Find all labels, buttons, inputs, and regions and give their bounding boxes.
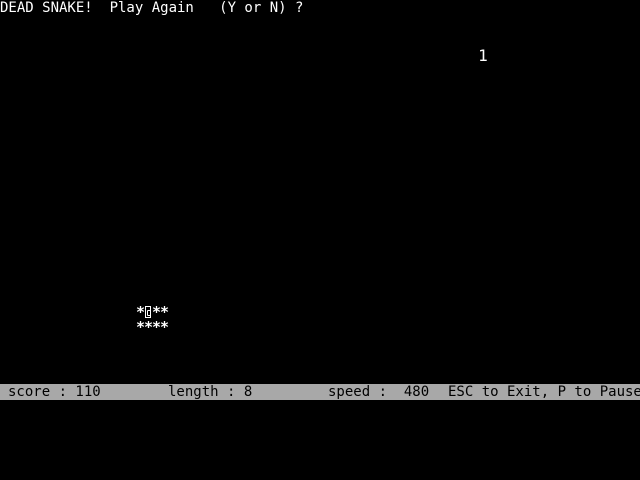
snake-segment: * [136, 318, 146, 336]
controls-help: ESC to Exit, P to Pause [448, 384, 640, 400]
score-readout: score : 110 [8, 384, 101, 400]
length-readout: length : 8 [168, 384, 253, 400]
speed-readout: speed : 480 [328, 384, 430, 400]
snake-segment: * [152, 318, 162, 336]
game-screen: DEAD SNAKE! Play Again (Y or N) ? 1 * * … [0, 0, 640, 400]
status-bar: score : 110 length : 8 speed : 480 ESC t… [0, 384, 640, 400]
food-item: 1 [478, 46, 488, 65]
snake-segment: * [160, 318, 170, 336]
game-over-prompt: DEAD SNAKE! Play Again (Y or N) ? [0, 0, 304, 16]
snake-segment: * [144, 318, 154, 336]
